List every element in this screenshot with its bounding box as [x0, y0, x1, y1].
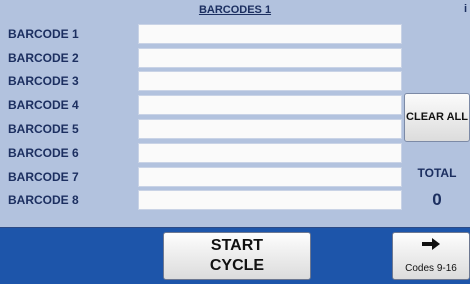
barcode-label-8: BARCODE 8: [8, 193, 79, 207]
total-label: TOTAL: [417, 166, 457, 180]
right-arrow-icon: [422, 238, 440, 250]
barcode-field-3[interactable]: [138, 71, 402, 91]
barcode-field-8[interactable]: [138, 190, 402, 210]
page-title: BARCODES 1: [198, 4, 272, 16]
corner-mark: i: [463, 3, 467, 15]
barcode-screen: BARCODES 1 i BARCODE 1 BARCODE 2 BARCODE…: [0, 0, 470, 284]
barcode-field-2[interactable]: [138, 48, 402, 68]
barcode-label-4: BARCODE 4: [8, 98, 79, 112]
barcode-field-6[interactable]: [138, 143, 402, 163]
barcode-label-3: BARCODE 3: [8, 74, 79, 88]
barcode-label-7: BARCODE 7: [8, 170, 79, 184]
barcode-field-1[interactable]: [138, 24, 402, 44]
barcode-label-2: BARCODE 2: [8, 51, 79, 65]
clear-all-button[interactable]: CLEAR ALL: [404, 93, 470, 142]
barcode-label-5: BARCODE 5: [8, 122, 79, 136]
next-codes-button[interactable]: Codes 9-16: [392, 232, 470, 280]
barcode-field-7[interactable]: [138, 167, 402, 187]
start-cycle-label-line2: CYCLE: [209, 257, 265, 274]
start-cycle-label-line1: START: [210, 237, 264, 254]
next-codes-label: Codes 9-16: [405, 263, 457, 274]
barcode-field-4[interactable]: [138, 95, 402, 115]
barcode-label-1: BARCODE 1: [8, 27, 79, 41]
start-cycle-button[interactable]: START CYCLE: [163, 232, 311, 280]
barcode-field-5[interactable]: [138, 119, 402, 139]
barcode-label-6: BARCODE 6: [8, 146, 79, 160]
total-count: 0: [432, 190, 442, 209]
